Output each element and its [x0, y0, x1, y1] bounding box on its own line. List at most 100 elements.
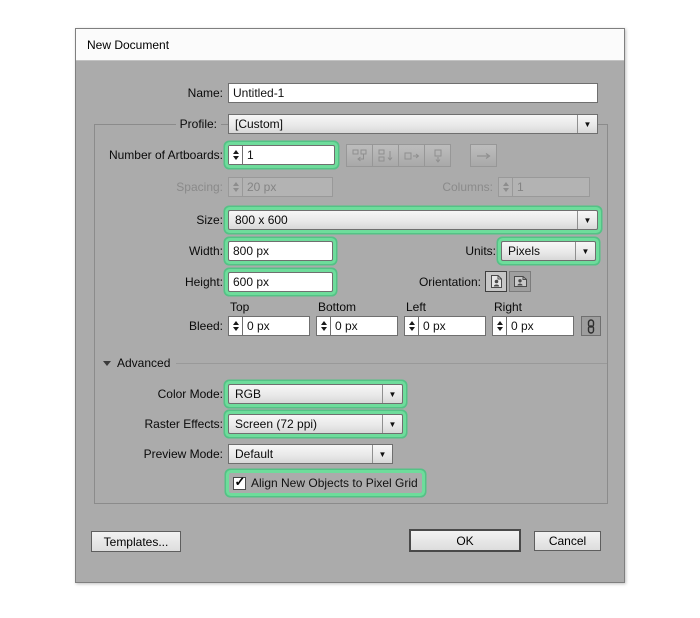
- chevron-down-icon[interactable]: ▼: [382, 415, 402, 433]
- checkmark-icon: ✓: [235, 474, 246, 490]
- bleed-top-spinner[interactable]: [229, 317, 243, 335]
- bleed-label: Bleed:: [76, 316, 223, 336]
- color-mode-label: Color Mode:: [76, 384, 223, 404]
- pixel-grid-checkbox[interactable]: ✓: [233, 477, 246, 490]
- bleed-right-spinner[interactable]: [493, 317, 507, 335]
- bleed-left-input[interactable]: [419, 317, 485, 335]
- pixel-grid-label: Align New Objects to Pixel Grid: [251, 476, 418, 490]
- raster-effects-label: Raster Effects:: [76, 414, 223, 434]
- bleed-top-field: [228, 316, 310, 336]
- spinner-down-icon: [503, 188, 509, 192]
- preview-mode-label: Preview Mode:: [76, 444, 223, 464]
- templates-button[interactable]: Templates...: [91, 531, 181, 552]
- artboards-field: [228, 145, 335, 165]
- units-value: Pixels: [502, 244, 575, 258]
- artboards-spinner[interactable]: [229, 146, 243, 164]
- artboard-arrange-buttons: [346, 144, 451, 167]
- orientation-landscape-button[interactable]: [509, 271, 531, 292]
- bleed-bottom-field: [316, 316, 398, 336]
- orientation-portrait-button[interactable]: [485, 271, 507, 292]
- width-label: Width:: [76, 241, 223, 261]
- bleed-right-input[interactable]: [507, 317, 573, 335]
- grid-by-column-icon: [378, 149, 394, 163]
- columns-input: [513, 178, 589, 196]
- profile-dropdown[interactable]: [Custom] ▼: [228, 114, 598, 134]
- color-mode-dropdown[interactable]: RGB ▼: [228, 384, 403, 404]
- bleed-right-field: [492, 316, 574, 336]
- grid-by-row-button: [346, 144, 373, 167]
- height-label: Height:: [76, 272, 223, 292]
- link-bleed-values-button[interactable]: [581, 316, 601, 336]
- spacing-field: [228, 177, 333, 197]
- raster-effects-dropdown[interactable]: Screen (72 ppi) ▼: [228, 414, 403, 434]
- advanced-collapse-icon[interactable]: [103, 361, 111, 366]
- bleed-bottom-label: Bottom: [318, 300, 356, 314]
- ok-button[interactable]: OK: [409, 529, 521, 552]
- cancel-button[interactable]: Cancel: [534, 531, 601, 551]
- spinner-down-icon[interactable]: [409, 327, 415, 331]
- size-value: 800 x 600: [229, 213, 577, 227]
- chevron-down-icon[interactable]: ▼: [577, 211, 597, 229]
- bleed-bottom-input[interactable]: [331, 317, 397, 335]
- bleed-left-field: [404, 316, 486, 336]
- height-input[interactable]: [229, 273, 332, 291]
- preview-mode-value: Default: [229, 447, 372, 461]
- spinner-up-icon[interactable]: [233, 150, 239, 154]
- preview-mode-dropdown[interactable]: Default ▼: [228, 444, 393, 464]
- bleed-top-input[interactable]: [243, 317, 309, 335]
- orientation-label: Orientation:: [371, 272, 481, 292]
- spinner-down-icon[interactable]: [497, 327, 503, 331]
- chevron-down-icon[interactable]: ▼: [575, 242, 595, 260]
- spacing-spinner: [229, 178, 243, 196]
- size-dropdown[interactable]: 800 x 600 ▼: [228, 210, 598, 230]
- spinner-down-icon: [233, 188, 239, 192]
- arrange-by-row-icon: [404, 149, 420, 163]
- grid-by-row-icon: [352, 149, 368, 163]
- bleed-right-label: Right: [494, 300, 522, 314]
- profile-value: [Custom]: [229, 117, 577, 131]
- name-label: Name:: [76, 83, 223, 103]
- chevron-down-icon[interactable]: ▼: [372, 445, 392, 463]
- chevron-down-icon[interactable]: ▼: [577, 115, 597, 133]
- bleed-left-spinner[interactable]: [405, 317, 419, 335]
- units-dropdown[interactable]: Pixels ▼: [501, 241, 596, 261]
- artboards-input[interactable]: [243, 146, 334, 164]
- advanced-divider: [176, 363, 607, 364]
- bleed-bottom-spinner[interactable]: [317, 317, 331, 335]
- width-field: [228, 241, 333, 261]
- width-input[interactable]: [229, 242, 332, 260]
- landscape-icon: [513, 275, 528, 288]
- bleed-top-label: Top: [230, 300, 249, 314]
- spinner-down-icon[interactable]: [233, 327, 239, 331]
- color-mode-value: RGB: [229, 387, 382, 401]
- artboards-label: Number of Artboards:: [76, 145, 223, 165]
- height-field: [228, 272, 333, 292]
- new-document-dialog: New Document Name: Profile: [Custom] ▼ N…: [75, 28, 625, 583]
- advanced-section-label[interactable]: Advanced: [117, 355, 170, 371]
- columns-label: Columns:: [411, 177, 493, 197]
- spacing-label: Spacing:: [76, 177, 223, 197]
- dialog-title: New Document: [87, 38, 169, 52]
- pixel-grid-option[interactable]: ✓ Align New Objects to Pixel Grid: [229, 473, 422, 493]
- layout-direction-button: [470, 144, 497, 167]
- columns-field: [498, 177, 590, 197]
- spinner-down-icon[interactable]: [233, 156, 239, 160]
- spacing-input: [243, 178, 332, 196]
- spinner-up-icon[interactable]: [497, 321, 503, 325]
- spinner-up-icon[interactable]: [321, 321, 327, 325]
- right-arrow-icon: [476, 150, 492, 162]
- chevron-down-icon[interactable]: ▼: [382, 385, 402, 403]
- size-label: Size:: [76, 210, 223, 230]
- spinner-up-icon: [233, 182, 239, 186]
- arrange-by-column-icon: [430, 149, 446, 163]
- name-input[interactable]: [229, 84, 597, 102]
- columns-spinner: [499, 178, 513, 196]
- grid-by-column-button: [372, 144, 399, 167]
- spinner-up-icon[interactable]: [233, 321, 239, 325]
- dialog-titlebar[interactable]: New Document: [76, 29, 624, 61]
- arrange-by-row-button: [398, 144, 425, 167]
- name-field: [228, 83, 598, 103]
- spinner-up-icon[interactable]: [409, 321, 415, 325]
- spinner-down-icon[interactable]: [321, 327, 327, 331]
- portrait-icon: [490, 274, 503, 289]
